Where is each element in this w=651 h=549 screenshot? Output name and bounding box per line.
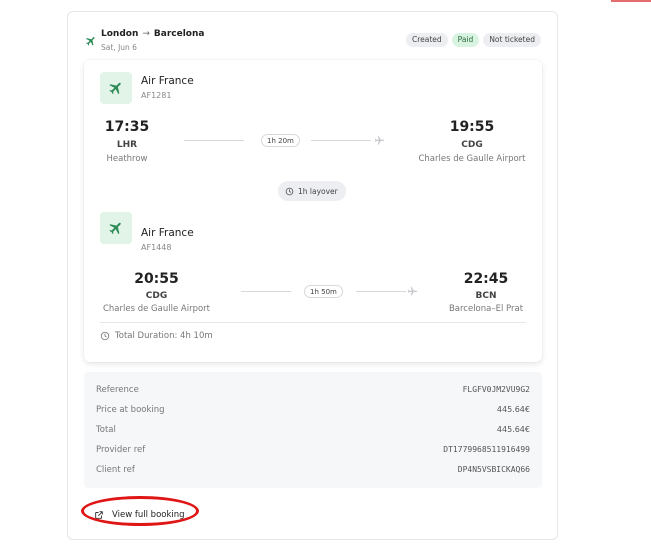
detail-row-provider-ref: Provider ref DT1779968511916499 bbox=[96, 445, 530, 459]
arrival-airport: Charles de Gaulle Airport bbox=[418, 154, 526, 164]
status-badge-created: Created bbox=[405, 33, 448, 47]
plane-icon bbox=[374, 135, 385, 145]
status-badge-paid: Paid bbox=[451, 33, 480, 47]
detail-value: FLGFV0JM2VU9G2 bbox=[462, 385, 530, 394]
segment-duration: 1h 50m bbox=[304, 285, 343, 298]
departure-code: LHR bbox=[116, 140, 138, 150]
detail-value: DP4N5VSBICKAQ66 bbox=[457, 465, 530, 474]
status-badges: Created Paid Not ticketed bbox=[405, 33, 541, 47]
detail-label: Price at booking bbox=[96, 405, 165, 415]
departure-time: 20:55 bbox=[134, 271, 179, 287]
clock-icon bbox=[100, 331, 110, 341]
segment-divider bbox=[100, 322, 526, 323]
detail-row-client-ref: Client ref DP4N5VSBICKAQ66 bbox=[96, 465, 530, 479]
airline-name: Air France bbox=[141, 75, 194, 87]
plane-icon bbox=[407, 286, 418, 296]
detail-value: DT1779968511916499 bbox=[443, 445, 530, 454]
detail-label: Total bbox=[96, 425, 116, 435]
layover-badge: 1h layover bbox=[278, 181, 346, 201]
clock-icon bbox=[285, 187, 294, 195]
route-arrow: → bbox=[142, 29, 150, 39]
flight-segments: Air France AF1281 17:35 LHR Heathrow 1h … bbox=[84, 60, 542, 362]
detail-value: 445.64€ bbox=[496, 405, 530, 414]
airline-plane-icon bbox=[109, 222, 121, 235]
status-badge-ticket: Not ticketed bbox=[483, 33, 541, 47]
layover-text: 1h layover bbox=[298, 186, 338, 196]
arrival-code: CDG bbox=[461, 140, 483, 150]
route-title: London → Barcelona bbox=[101, 29, 204, 39]
departure-airport: Heathrow bbox=[106, 154, 148, 164]
arrival-code: BCN bbox=[475, 291, 497, 301]
segment-duration: 1h 20m bbox=[261, 134, 300, 147]
external-link-icon bbox=[95, 511, 103, 519]
detail-label: Provider ref bbox=[96, 445, 146, 455]
duration-line-right bbox=[311, 140, 371, 141]
booking-details: Reference FLGFV0JM2VU9G2 Price at bookin… bbox=[84, 372, 542, 488]
detail-label: Client ref bbox=[96, 465, 135, 475]
flight-number: AF1448 bbox=[141, 243, 172, 252]
detail-row-price-at-booking: Price at booking 445.64€ bbox=[96, 405, 530, 419]
airline-logo bbox=[100, 72, 132, 104]
departure-airport: Charles de Gaulle Airport bbox=[102, 304, 210, 314]
detail-row-reference: Reference FLGFV0JM2VU9G2 bbox=[96, 385, 530, 399]
route-header: London → Barcelona Sat, Jun 6 Created Paid… bbox=[85, 29, 541, 59]
top-accent-bar bbox=[611, 0, 651, 2]
arrival-airport: Barcelona–El Prat bbox=[448, 304, 524, 314]
duration-line-left bbox=[241, 291, 291, 292]
detail-value: 445.64€ bbox=[496, 425, 530, 434]
plane-icon bbox=[86, 37, 95, 46]
departure-code: CDG bbox=[145, 291, 168, 301]
detail-label: Reference bbox=[96, 385, 139, 395]
duration-line-left bbox=[184, 140, 244, 141]
route-to: Barcelona bbox=[153, 29, 205, 39]
arrival-time: 19:55 bbox=[449, 119, 495, 135]
detail-row-total: Total 445.64€ bbox=[96, 425, 530, 439]
route-date: Sat, Jun 6 bbox=[101, 43, 137, 52]
total-duration-text: Total Duration: 4h 10m bbox=[115, 331, 213, 341]
route-from: London bbox=[101, 29, 139, 39]
arrival-time: 22:45 bbox=[463, 271, 509, 287]
view-full-booking-label: View full booking bbox=[112, 510, 185, 520]
airline-logo bbox=[100, 212, 132, 244]
airline-name: Air France bbox=[141, 227, 194, 239]
departure-time: 17:35 bbox=[104, 119, 150, 135]
total-duration: Total Duration: 4h 10m bbox=[100, 331, 213, 341]
view-full-booking-button[interactable]: View full booking bbox=[86, 505, 193, 525]
airline-plane-icon bbox=[109, 82, 121, 95]
flight-number: AF1281 bbox=[141, 91, 172, 100]
booking-card: London → Barcelona Sat, Jun 6 Created Paid… bbox=[67, 11, 558, 540]
duration-line-right bbox=[356, 291, 406, 292]
